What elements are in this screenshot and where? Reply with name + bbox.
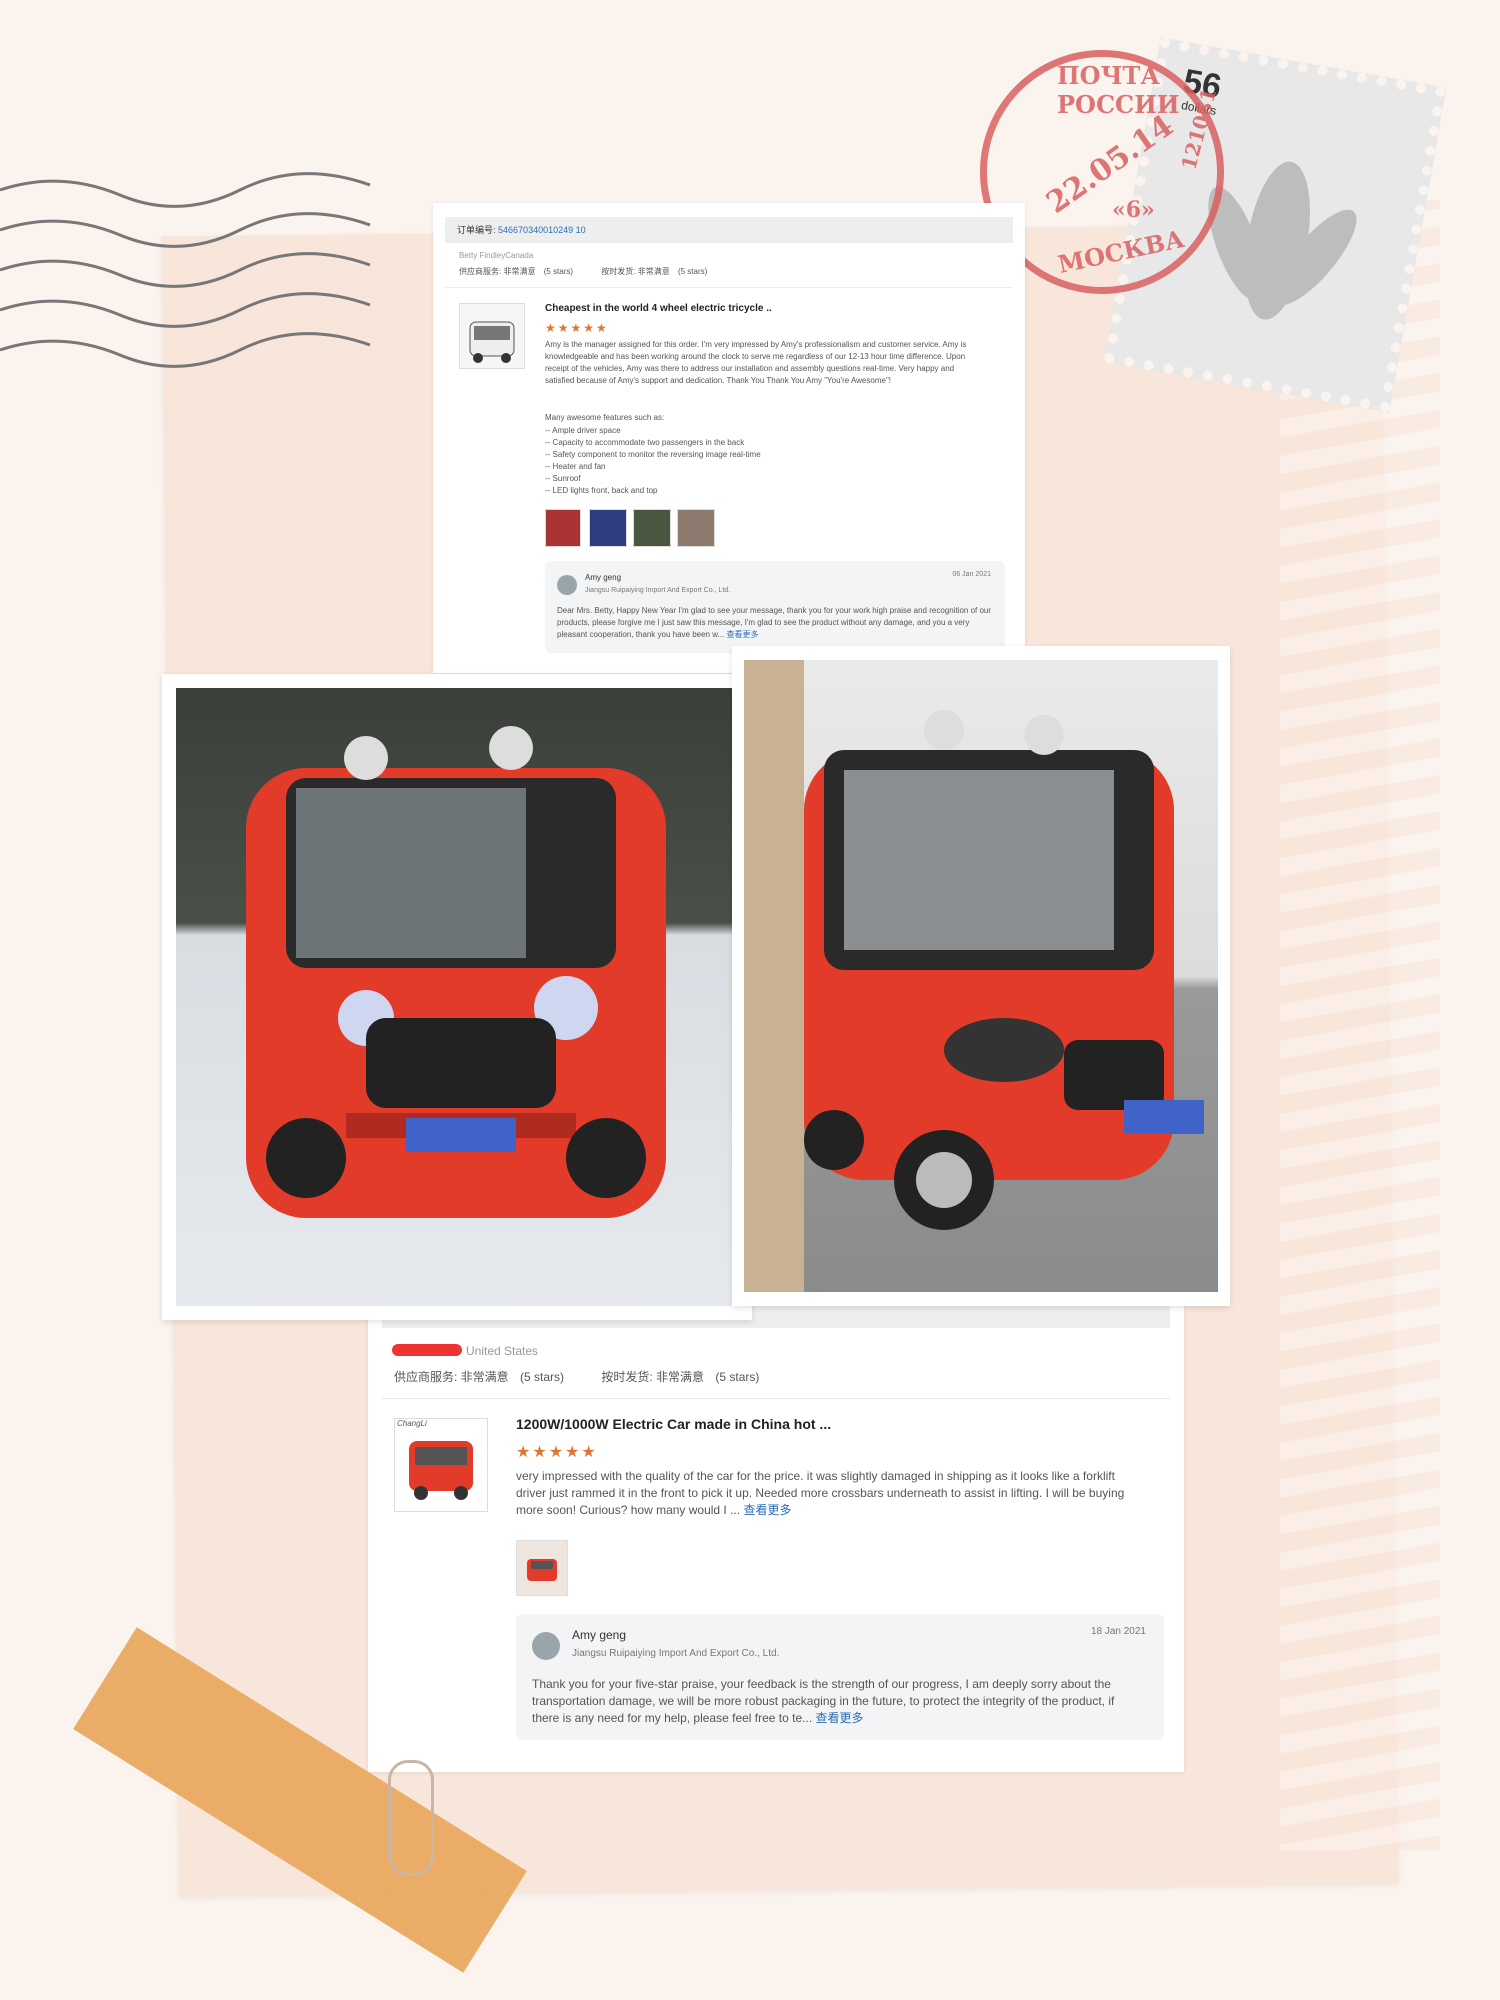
product-title[interactable]: Cheapest in the world 4 wheel electric t… bbox=[545, 303, 772, 314]
reply-text-block: Dear Mrs. Betty, Happy New Year I'm glad… bbox=[557, 605, 997, 641]
review-card-bottom: United States 供应商服务: 非常满意 (5 stars) 按时发货… bbox=[368, 1300, 1184, 1772]
product-thumbnail[interactable]: ChangLi bbox=[394, 1418, 488, 1512]
paperclip-icon bbox=[388, 1760, 434, 1876]
reply-name: Amy geng bbox=[585, 573, 622, 582]
shipping-label: 按时发货: 非常满意 bbox=[601, 267, 670, 276]
service-label: 供应商服务: 非常满意 bbox=[394, 1370, 509, 1384]
feature-item: -- LED lights front, back and top bbox=[545, 486, 658, 495]
feature-item: -- Ample driver space bbox=[545, 426, 621, 435]
reply-name: Amy geng bbox=[572, 1628, 627, 1642]
service-stars: (5 stars) bbox=[520, 1370, 565, 1384]
postmark-code: «6» bbox=[1112, 197, 1155, 223]
reply-date: 06 Jan 2021 bbox=[952, 571, 991, 578]
car-in-garage-photo bbox=[744, 660, 1218, 1292]
red-car-illustration bbox=[744, 660, 1204, 1292]
reply-text: Dear Mrs. Betty, Happy New Year I'm glad… bbox=[557, 606, 992, 639]
car-photo-icon bbox=[527, 1559, 557, 1581]
seller-reply: Amy geng Jiangsu Ruipaiying Import And E… bbox=[516, 1614, 1164, 1740]
read-more-link[interactable]: 查看更多 bbox=[726, 630, 758, 639]
read-more-link[interactable]: 查看更多 bbox=[743, 1503, 791, 1517]
features-list: -- Ample driver space -- Capacity to acc… bbox=[545, 425, 761, 497]
feature-item: -- Heater and fan bbox=[545, 462, 606, 471]
shipping-stars: (5 stars) bbox=[677, 267, 708, 276]
divider bbox=[382, 1398, 1170, 1399]
order-number[interactable]: 546670340010249 10 bbox=[498, 225, 586, 235]
postmark-city: МОСКВА bbox=[1055, 223, 1187, 280]
redacted-name bbox=[392, 1344, 462, 1356]
review-photo[interactable] bbox=[516, 1540, 568, 1596]
review-text: Amy is the manager assigned for this ord… bbox=[545, 340, 967, 385]
torn-paper-edge bbox=[1280, 200, 1440, 1850]
reviewer-country: United States bbox=[466, 1344, 539, 1358]
red-car-illustration bbox=[246, 726, 666, 1218]
seller-reply: Amy geng Jiangsu Ruipaiying Import And E… bbox=[545, 561, 1005, 653]
product-title[interactable]: 1200W/1000W Electric Car made in China h… bbox=[516, 1416, 831, 1432]
review-photo[interactable] bbox=[677, 509, 715, 547]
rating-summary: 供应商服务: 非常满意 (5 stars) 按时发货: 非常满意 (5 star… bbox=[394, 1368, 759, 1385]
review-card-top: 订单编号: 546670340010249 10 Betty FindleyCa… bbox=[433, 203, 1025, 673]
shipping-stars: (5 stars) bbox=[715, 1370, 760, 1384]
shipping-label: 按时发货: 非常满意 bbox=[601, 1370, 705, 1384]
reply-date: 18 Jan 2021 bbox=[1090, 1626, 1146, 1637]
review-text: very impressed with the quality of the c… bbox=[516, 1469, 1125, 1517]
feature-item: -- Safety component to monitor the rever… bbox=[545, 450, 761, 459]
customer-photo-right bbox=[732, 646, 1230, 1306]
postmark-date: 22.05.14 bbox=[1040, 108, 1180, 221]
feature-item: -- Sunroof bbox=[545, 474, 581, 483]
service-stars: (5 stars) bbox=[543, 267, 574, 276]
order-number-bar: 订单编号: 546670340010249 10 bbox=[445, 217, 1013, 243]
divider bbox=[445, 287, 1013, 288]
read-more-link[interactable]: 查看更多 bbox=[816, 1711, 864, 1725]
thumbnail-label: ChangLi bbox=[397, 1419, 427, 1428]
rating-summary: 供应商服务: 非常满意 (5 stars) 按时发货: 非常满意 (5 star… bbox=[459, 266, 1025, 277]
car-thumbnail-icon bbox=[469, 321, 515, 363]
reviewer-meta: Betty FindleyCanada bbox=[459, 251, 534, 260]
review-photo[interactable] bbox=[545, 509, 581, 547]
review-text-block: very impressed with the quality of the c… bbox=[516, 1468, 1136, 1519]
order-label: 订单编号: bbox=[457, 225, 496, 235]
rating-stars: ★★★★★ bbox=[545, 321, 609, 335]
service-label: 供应商服务: 非常满意 bbox=[459, 267, 536, 276]
product-thumbnail[interactable] bbox=[459, 303, 525, 369]
avatar bbox=[557, 575, 577, 595]
car-in-snow-photo bbox=[176, 688, 732, 1306]
reply-company: Jiangsu Ruipaiying Import And Export Co.… bbox=[585, 587, 731, 594]
rating-stars: ★★★★★ bbox=[516, 1444, 598, 1461]
feature-item: -- Capacity to accommodate two passenger… bbox=[545, 438, 745, 447]
customer-photo-left bbox=[162, 674, 752, 1320]
features-intro: Many awesome features such as: bbox=[545, 413, 665, 422]
avatar bbox=[532, 1632, 560, 1660]
reply-text-block: Thank you for your five-star praise, you… bbox=[532, 1676, 1142, 1727]
reply-company: Jiangsu Ruipaiying Import And Export Co.… bbox=[572, 1648, 780, 1659]
postal-cancellation-lines bbox=[0, 172, 371, 368]
review-photo[interactable] bbox=[589, 509, 627, 547]
car-thumbnail-icon bbox=[409, 1441, 473, 1500]
review-photo[interactable] bbox=[633, 509, 671, 547]
